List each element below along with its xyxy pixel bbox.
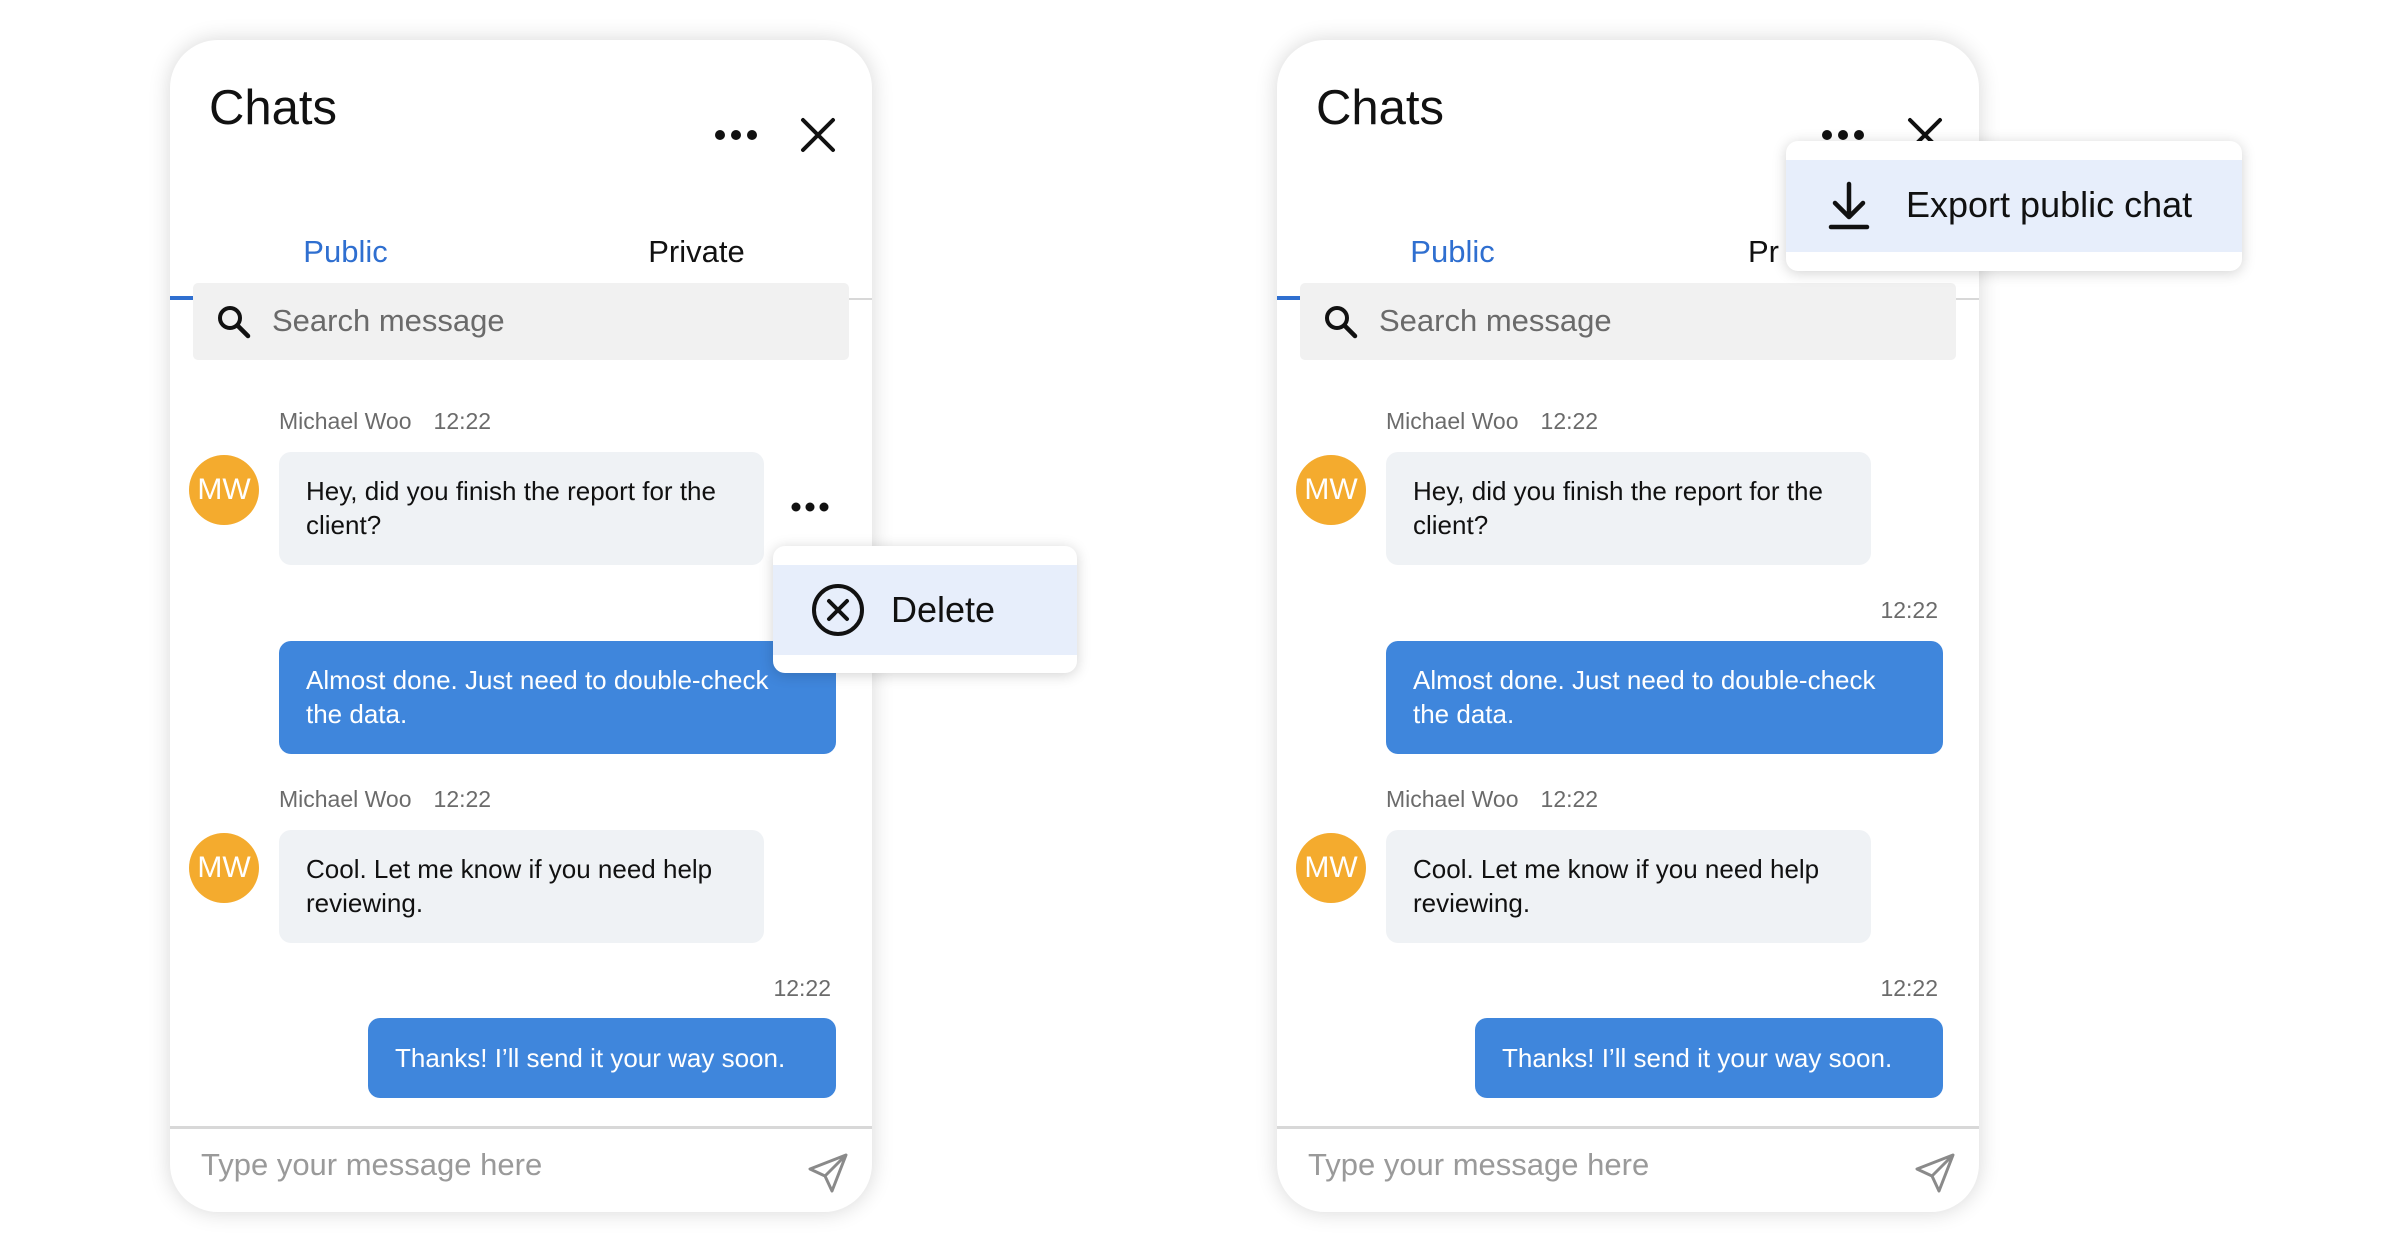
- message-context-menu: Delete: [773, 546, 1077, 673]
- avatar: MW: [189, 455, 259, 525]
- message-time: 12:22: [773, 975, 831, 1001]
- message-meta: Michael Woo 12:22: [1386, 408, 1598, 435]
- message-input[interactable]: Type your message here: [1308, 1147, 1868, 1183]
- avatar: MW: [1296, 455, 1366, 525]
- tab-private[interactable]: Private: [521, 190, 872, 298]
- message-time: 12:22: [433, 786, 492, 812]
- tab-public[interactable]: Public: [170, 190, 521, 298]
- more-horizontal-icon[interactable]: [1821, 128, 1865, 142]
- download-icon: [1828, 181, 1870, 230]
- message-composer: Type your message here: [170, 1126, 872, 1212]
- message-bubble-outgoing: Thanks! I’ll send it your way soon.: [368, 1018, 836, 1098]
- send-icon[interactable]: [1913, 1151, 1957, 1195]
- avatar: MW: [189, 833, 259, 903]
- page-title: Chats: [209, 81, 338, 135]
- delete-menu-item[interactable]: Delete: [773, 565, 1077, 655]
- message-bubble-outgoing: Thanks! I’ll send it your way soon.: [1475, 1018, 1943, 1098]
- export-public-chat-menu-item[interactable]: Export public chat: [1786, 160, 2242, 252]
- message-meta: Michael Woo 12:22: [279, 786, 491, 813]
- search-icon: [218, 306, 251, 339]
- tab-public[interactable]: Public: [1277, 190, 1628, 298]
- delete-label: Delete: [891, 589, 996, 630]
- message-input[interactable]: Type your message here: [201, 1147, 761, 1183]
- message-author: Michael Woo: [1386, 786, 1519, 812]
- circle-x-icon: [812, 584, 864, 636]
- chat-panel-left: Chats Public Private Search message Mich…: [170, 40, 872, 1212]
- message-author: Michael Woo: [279, 408, 412, 434]
- send-icon[interactable]: [806, 1151, 850, 1195]
- header-options-menu: Export public chat: [1786, 141, 2242, 271]
- message-author: Michael Woo: [1386, 408, 1519, 434]
- message-author: Michael Woo: [279, 786, 412, 812]
- message-time: 12:22: [1880, 975, 1938, 1001]
- message-time: 12:22: [433, 408, 492, 434]
- search-icon: [1325, 306, 1358, 339]
- search-placeholder: Search message: [1379, 303, 1612, 338]
- message-bubble-incoming: Cool. Let me know if you need help revie…: [1386, 830, 1871, 943]
- search-placeholder: Search message: [272, 303, 505, 338]
- message-bubble-incoming: Hey, did you finish the report for the c…: [1386, 452, 1871, 565]
- more-horizontal-icon[interactable]: [790, 500, 830, 514]
- message-meta: Michael Woo 12:22: [1386, 786, 1598, 813]
- page-title: Chats: [1316, 81, 1445, 135]
- message-time: 12:22: [1540, 786, 1599, 812]
- message-bubble-incoming: Cool. Let me know if you need help revie…: [279, 830, 764, 943]
- message-time: 12:22: [1880, 597, 1938, 623]
- export-label: Export public chat: [1906, 184, 2193, 225]
- search-input[interactable]: Search message: [1300, 283, 1956, 360]
- search-input[interactable]: Search message: [193, 283, 849, 360]
- close-icon[interactable]: [799, 116, 837, 154]
- message-composer: Type your message here: [1277, 1126, 1979, 1212]
- message-bubble-outgoing: Almost done. Just need to double-check t…: [279, 641, 836, 754]
- avatar: MW: [1296, 833, 1366, 903]
- message-bubble-incoming: Hey, did you finish the report for the c…: [279, 452, 764, 565]
- message-meta: Michael Woo 12:22: [279, 408, 491, 435]
- message-time: 12:22: [1540, 408, 1599, 434]
- more-horizontal-icon[interactable]: [714, 128, 758, 142]
- message-bubble-outgoing: Almost done. Just need to double-check t…: [1386, 641, 1943, 754]
